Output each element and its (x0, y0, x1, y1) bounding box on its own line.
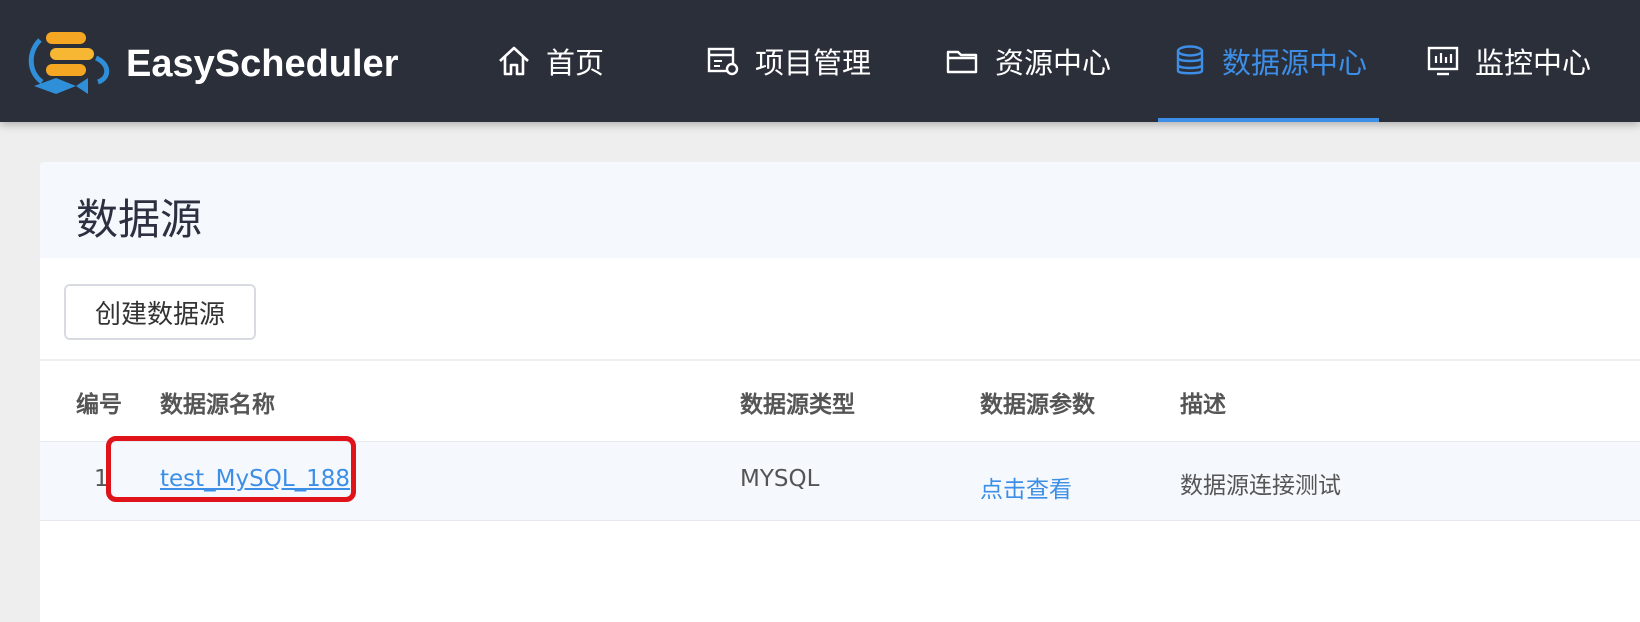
nav-item-label: 首页 (546, 46, 605, 80)
top-navigation-bar: EasyScheduler 首页 项目管理 资源中心 数据源中心 监控中心 (0, 0, 1640, 122)
home-icon (494, 41, 534, 81)
column-header-type: 数据源类型 (740, 392, 855, 418)
easyscheduler-logo-icon (28, 32, 110, 94)
page-title: 数据源 (76, 195, 203, 244)
datasource-description: 数据源连接测试 (1180, 473, 1341, 499)
folder-icon (943, 41, 983, 81)
datasource-type: MYSQL (740, 466, 820, 492)
app-name: EasyScheduler (126, 42, 399, 85)
nav-item-label: 监控中心 (1475, 46, 1592, 80)
monitor-icon (1423, 41, 1463, 81)
nav-item-projects[interactable]: 项目管理 (703, 0, 871, 122)
column-header-id: 编号 (76, 392, 122, 418)
nav-item-label: 数据源中心 (1222, 46, 1368, 80)
project-settings-icon (703, 41, 743, 81)
nav-item-home[interactable]: 首页 (494, 0, 604, 122)
nav-item-label: 项目管理 (755, 46, 872, 80)
nav-item-datasource[interactable]: 数据源中心 (1157, 0, 1380, 122)
page-title-bar: 数据源 (40, 162, 1640, 258)
nav-item-monitor[interactable]: 监控中心 (1423, 0, 1591, 122)
database-icon (1170, 41, 1210, 81)
nav-item-label: 资源中心 (995, 46, 1112, 80)
nav-item-resources[interactable]: 资源中心 (943, 0, 1111, 122)
datasource-panel: 数据源 创建数据源 编号 数据源名称 数据源类型 数据源参数 描述 1 test… (40, 162, 1640, 622)
view-params-link[interactable]: 点击查看 (980, 470, 1072, 504)
highlight-box (106, 436, 356, 502)
brand[interactable]: EasyScheduler (26, 28, 398, 100)
column-header-name: 数据源名称 (160, 392, 275, 418)
column-header-params: 数据源参数 (980, 392, 1095, 418)
create-datasource-button[interactable]: 创建数据源 (64, 284, 256, 340)
table-header: 编号 数据源名称 数据源类型 数据源参数 描述 (40, 361, 1640, 441)
column-header-description: 描述 (1180, 392, 1226, 418)
